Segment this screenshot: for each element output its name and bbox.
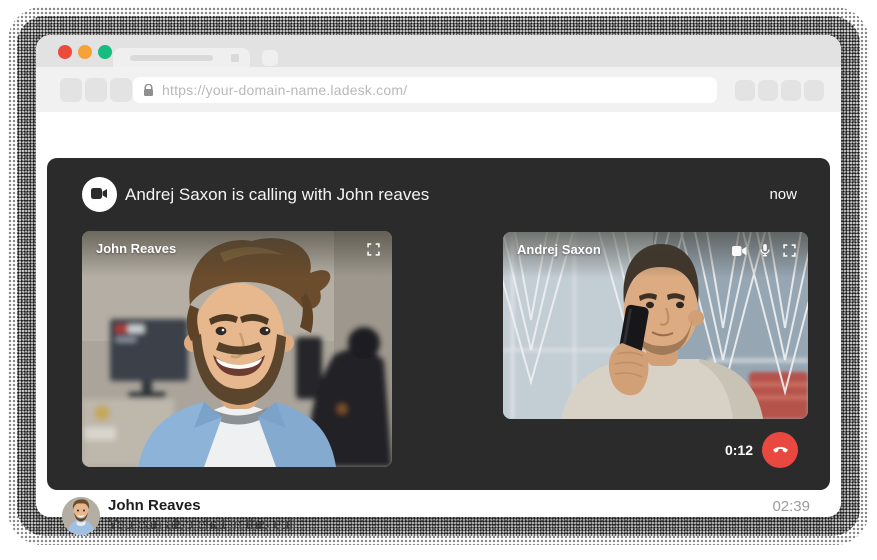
camera-toggle-icon[interactable]: [732, 246, 747, 256]
toolbar-extension-button-2[interactable]: [758, 80, 778, 101]
microphone-toggle-icon[interactable]: [760, 244, 770, 257]
call-duration: 0:12: [725, 432, 753, 468]
chat-author: John Reaves: [108, 496, 296, 515]
tab-title-placeholder: [130, 55, 213, 61]
new-tab-button[interactable]: [262, 50, 278, 66]
browser-window: https://your-domain-name.ladesk.com/ And…: [36, 35, 841, 517]
reload-button[interactable]: [110, 78, 132, 102]
close-window-button[interactable]: [58, 45, 72, 59]
toolbar-extension-button-1[interactable]: [735, 80, 755, 101]
chat-message-text: You can also chat in this call: [108, 515, 296, 534]
url-text: https://your-domain-name.ladesk.com/: [162, 82, 407, 98]
tile-header-andrej: Andrej Saxon: [503, 232, 808, 278]
forward-button[interactable]: [85, 78, 107, 102]
chat-timestamp: 02:39: [772, 498, 810, 515]
lock-icon: [143, 84, 154, 97]
avatar: [62, 497, 100, 535]
tile-header-john: John Reaves: [82, 231, 392, 277]
page-content: Andrej Saxon is calling with John reaves…: [36, 112, 841, 517]
call-type-badge: [82, 177, 117, 212]
video-tile-andrej-saxon: Andrej Saxon: [503, 232, 808, 419]
maximize-window-button[interactable]: [98, 45, 112, 59]
chat-message-row: John Reaves You can also chat in this ca…: [36, 490, 841, 552]
tab-close-icon[interactable]: [231, 54, 239, 62]
browser-toolbar: https://your-domain-name.ladesk.com/: [36, 67, 841, 112]
page-background: https://your-domain-name.ladesk.com/ And…: [0, 0, 877, 560]
fullscreen-icon[interactable]: [783, 244, 796, 257]
participant-name-label: John Reaves: [96, 241, 176, 256]
toolbar-extension-button-3[interactable]: [781, 80, 801, 101]
minimize-window-button[interactable]: [78, 45, 92, 59]
call-timestamp: now: [769, 186, 797, 203]
back-button[interactable]: [60, 78, 82, 102]
toolbar-menu-button[interactable]: [804, 80, 824, 101]
video-call-panel: Andrej Saxon is calling with John reaves…: [47, 158, 830, 490]
browser-tabbar: [36, 35, 841, 67]
browser-tab[interactable]: [113, 48, 250, 67]
participant-name-label: Andrej Saxon: [517, 242, 601, 257]
video-camera-icon: [91, 186, 108, 204]
fullscreen-icon[interactable]: [367, 243, 380, 256]
call-title: Andrej Saxon is calling with John reaves: [125, 185, 429, 205]
video-tile-john-reaves: John Reaves: [82, 231, 392, 467]
hangup-phone-icon: [771, 441, 790, 459]
hangup-button[interactable]: [762, 432, 798, 468]
address-bar[interactable]: https://your-domain-name.ladesk.com/: [133, 77, 717, 103]
